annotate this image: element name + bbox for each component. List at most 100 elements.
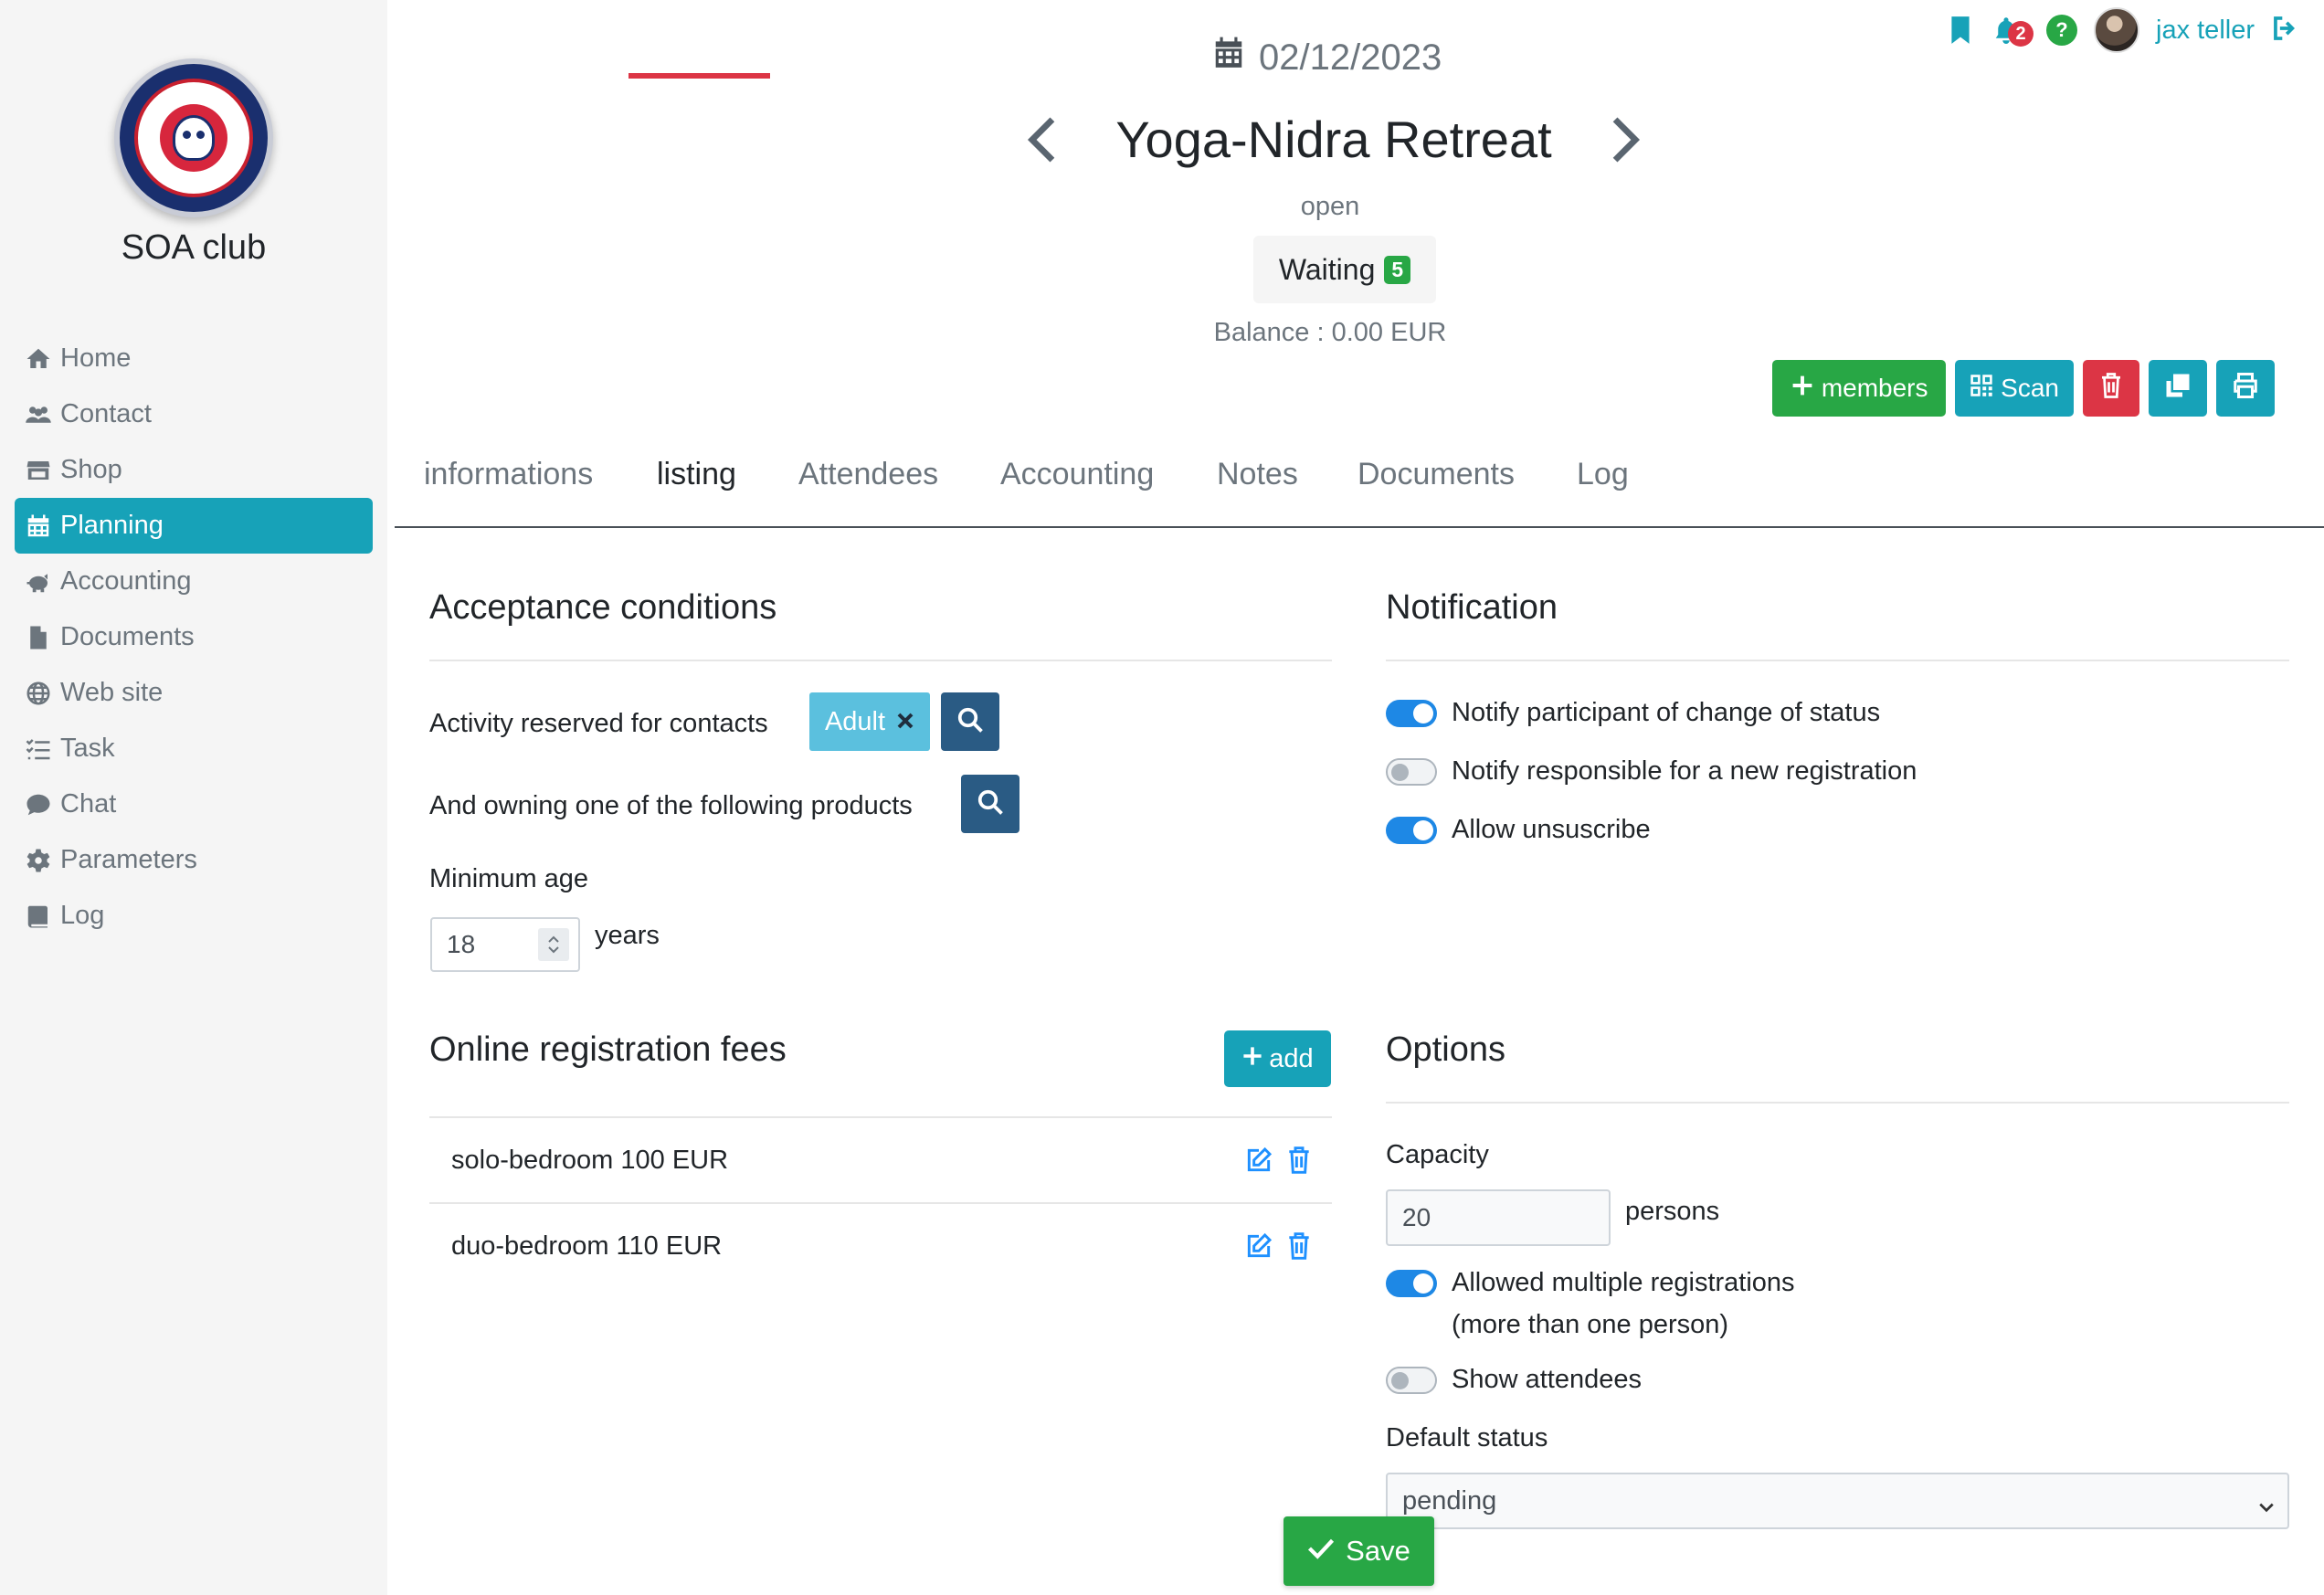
toggle-label: Notify responsible for a new registratio… (1452, 756, 1917, 786)
logo-center (160, 104, 227, 172)
sidebar-item-label: Home (60, 343, 132, 373)
sidebar-item-home[interactable]: Home (15, 331, 373, 386)
help-icon[interactable]: ? (2046, 15, 2077, 46)
add-fee-button[interactable]: add (1224, 1030, 1331, 1087)
trash-icon[interactable] (1286, 1231, 1312, 1268)
minimum-age-label: Minimum age (429, 864, 589, 893)
delete-activity-button[interactable] (2083, 360, 2139, 417)
copy-icon (2164, 372, 2192, 406)
tab-log[interactable]: Log (1577, 457, 1629, 492)
print-button[interactable] (2216, 360, 2275, 417)
sidebar-item-label: Planning (60, 511, 164, 540)
sidebar-item-label: Documents (60, 622, 195, 651)
capacity-value: 20 (1402, 1203, 1431, 1231)
minimum-age-input[interactable]: 18 (430, 917, 580, 972)
action-buttons: members Scan (1772, 360, 2275, 417)
contact-tag-adult[interactable]: Adult (809, 692, 930, 751)
tab-documents[interactable]: Documents (1357, 457, 1515, 492)
scan-button[interactable]: Scan (1955, 360, 2074, 417)
save-button[interactable]: Save (1283, 1516, 1434, 1586)
club-name: SOA club (121, 228, 267, 267)
waiting-status-button[interactable]: Waiting 5 (1253, 236, 1436, 303)
notification-title: Notification (1386, 588, 1558, 627)
fee-label: solo-bedroom 100 EUR (451, 1145, 729, 1175)
active-tab-indicator (629, 73, 770, 79)
logo-ring (134, 79, 253, 197)
default-status-value: pending (1402, 1485, 1497, 1516)
title-bar: Yoga-Nidra Retreat (1023, 110, 1644, 169)
capacity-input[interactable]: 20 (1386, 1189, 1611, 1246)
user-name-link[interactable]: jax teller (2156, 16, 2255, 46)
years-label: years (595, 921, 660, 950)
trash-icon[interactable] (1286, 1146, 1312, 1182)
fee-actions (1244, 1231, 1312, 1268)
logo-eye (196, 131, 205, 139)
owning-products-label: And owning one of the following products (429, 791, 913, 820)
tab-attendees[interactable]: Attendees (798, 457, 938, 492)
search-products-button[interactable] (961, 775, 1019, 833)
previous-activity-chevron-left-icon[interactable] (1023, 112, 1060, 167)
fee-row: duo-bedroom 110 EUR (429, 1202, 1332, 1288)
add-members-button[interactable]: members (1772, 360, 1947, 417)
add-label: add (1269, 1043, 1314, 1073)
store-icon (22, 456, 55, 485)
logo-eye (183, 131, 191, 139)
balance: Balance : 0.00 EUR (1213, 318, 1447, 347)
sidebar-item-web-site[interactable]: Web site (15, 665, 373, 721)
tab-listing[interactable]: listing (657, 457, 736, 492)
sidebar-item-task[interactable]: Task (15, 721, 373, 776)
check-icon (1307, 1535, 1335, 1568)
tab-informations[interactable]: informations (424, 457, 593, 492)
default-status-label: Default status (1386, 1423, 1548, 1452)
capacity-label: Capacity (1386, 1140, 1489, 1169)
toggle-label: Show attendees (1452, 1365, 1642, 1394)
notify-participant-toggle[interactable] (1386, 699, 1437, 727)
remove-tag-close-icon[interactable] (896, 707, 914, 737)
fee-row: solo-bedroom 100 EUR (429, 1116, 1332, 1202)
multiple-registrations-toggle[interactable] (1386, 1269, 1437, 1297)
default-status-select[interactable]: pending (1386, 1473, 2289, 1529)
sidebar-item-label: Log (60, 901, 105, 930)
logout-icon[interactable] (2271, 15, 2300, 47)
sidebar-item-label: Parameters (60, 845, 197, 874)
edit-icon[interactable] (1244, 1231, 1273, 1268)
bell-icon[interactable]: 2 (1991, 12, 2034, 48)
plus-icon (1791, 374, 1814, 404)
multiple-registrations-sublabel: (more than one person) (1452, 1310, 1729, 1339)
tab-accounting[interactable]: Accounting (1000, 457, 1154, 492)
duplicate-activity-button[interactable] (2149, 360, 2207, 417)
toggle-label: Notify participant of change of status (1452, 698, 1881, 727)
sidebar-item-chat[interactable]: Chat (15, 776, 373, 832)
sidebar-nav: Home Contact Shop Planning Accounting Do… (15, 331, 373, 944)
show-attendees-toggle[interactable] (1386, 1366, 1437, 1394)
sidebar-item-contact[interactable]: Contact (15, 386, 373, 442)
sidebar-item-documents[interactable]: Documents (15, 609, 373, 665)
tab-notes[interactable]: Notes (1217, 457, 1298, 492)
search-contacts-button[interactable] (941, 692, 999, 751)
tag-label: Adult (824, 706, 886, 736)
sidebar-item-shop[interactable]: Shop (15, 442, 373, 498)
comment-icon (22, 790, 55, 819)
waiting-label: Waiting (1278, 252, 1376, 286)
waiting-count-badge: 5 (1384, 255, 1411, 284)
sidebar-item-parameters[interactable]: Parameters (15, 832, 373, 888)
tab-bar: informations listing Attendees Accountin… (395, 448, 2324, 528)
sidebar-item-planning[interactable]: Planning (15, 498, 373, 554)
avatar[interactable] (2094, 7, 2139, 53)
next-activity-chevron-right-icon[interactable] (1608, 112, 1644, 167)
divider (1386, 1102, 2289, 1104)
date-text: 02/12/2023 (1259, 37, 1442, 78)
fee-label: duo-bedroom 110 EUR (451, 1231, 723, 1261)
number-spinner-icon[interactable] (538, 928, 569, 961)
allow-unsubscribe-toggle[interactable] (1386, 816, 1437, 844)
edit-icon[interactable] (1244, 1146, 1273, 1182)
octopus-icon (173, 115, 215, 161)
notify-responsible-toggle[interactable] (1386, 757, 1437, 786)
multiple-registrations-toggle-row: Allowed multiple registrations (1386, 1268, 1795, 1298)
club-logo[interactable] (114, 58, 273, 217)
users-icon (22, 400, 55, 429)
sidebar-item-log[interactable]: Log (15, 888, 373, 944)
bookmark-icon[interactable] (1946, 12, 1975, 48)
allow-unsubscribe-toggle-row: Allow unsuscribe (1386, 815, 1651, 845)
sidebar-item-accounting[interactable]: Accounting (15, 554, 373, 609)
